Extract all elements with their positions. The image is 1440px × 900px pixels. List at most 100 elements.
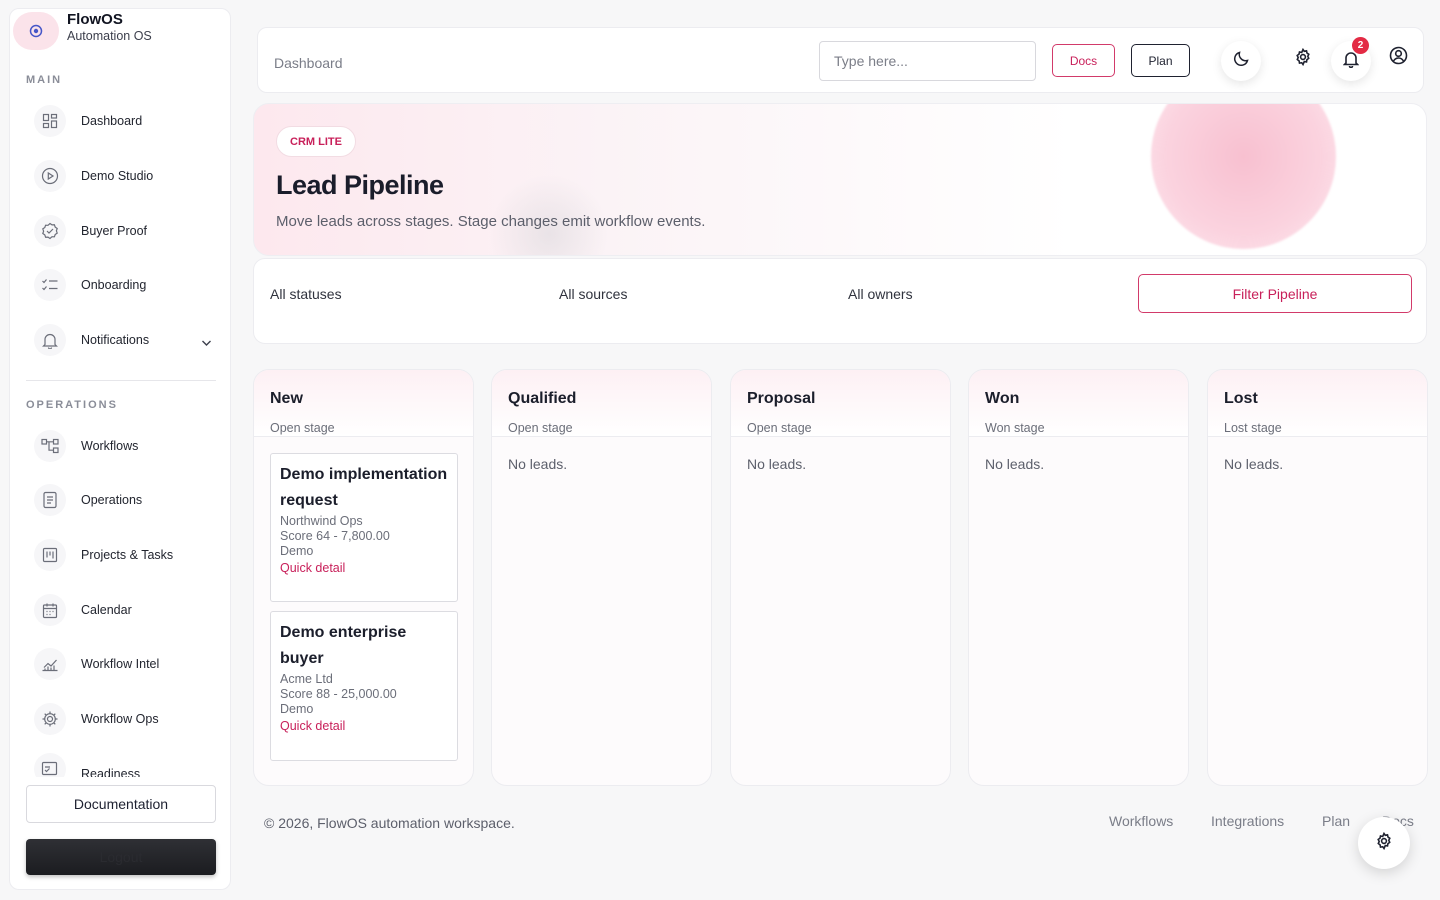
column-subtitle: Open stage <box>508 421 573 435</box>
documentation-button[interactable]: Documentation <box>26 785 216 823</box>
plan-button[interactable]: Plan <box>1131 44 1190 77</box>
lead-card[interactable]: Demo enterprise buyer Acme Ltd Score 88 … <box>270 611 458 761</box>
sidebar-item-workflows[interactable]: Workflows <box>26 426 216 466</box>
sidebar-item-onboarding[interactable]: Onboarding <box>26 265 216 305</box>
search-input[interactable] <box>819 41 1036 81</box>
quick-detail-link[interactable]: Quick detail <box>280 559 448 577</box>
column-header: Qualified Open stage <box>492 370 711 437</box>
brand[interactable]: FlowOS Automation OS <box>10 9 230 59</box>
column-header: Won Won stage <box>969 370 1188 437</box>
kanban-icon <box>34 539 66 571</box>
lead-score: Score 64 - 7,800.00 <box>280 529 390 543</box>
theme-toggle-button[interactable] <box>1221 41 1261 81</box>
footer-copyright: © 2026, FlowOS automation workspace. <box>264 815 515 831</box>
document-icon <box>34 484 66 516</box>
column-title: Qualified <box>508 390 577 407</box>
pipeline-column-proposal: Proposal Open stage No leads. <box>730 369 951 786</box>
sidebar-item-label: Workflow Ops <box>81 712 159 726</box>
empty-state: No leads. <box>1224 456 1284 472</box>
empty-state: No leads. <box>508 456 568 472</box>
status-filter-select[interactable]: All statuses <box>270 286 342 302</box>
topbar: Dashboard Docs Plan 2 <box>257 27 1424 93</box>
empty-state: No leads. <box>985 456 1045 472</box>
pipeline-column-new: New Open stage Demo implementation reque… <box>253 369 474 786</box>
check-badge-icon <box>34 215 66 247</box>
filter-pipeline-button[interactable]: Filter Pipeline <box>1138 274 1412 313</box>
footer-link-plan[interactable]: Plan <box>1322 813 1350 829</box>
floating-settings-button[interactable] <box>1358 817 1410 869</box>
logout-button[interactable]: Logout <box>26 839 216 875</box>
gear-icon <box>1294 47 1312 71</box>
moon-icon <box>1233 50 1250 72</box>
sidebar-item-label: Projects & Tasks <box>81 548 174 562</box>
lead-tag: Demo <box>280 702 314 716</box>
brand-subtitle: Automation OS <box>67 29 152 43</box>
docs-button[interactable]: Docs <box>1052 44 1115 77</box>
sidebar: FlowOS Automation OS MAIN Dashboard Demo… <box>9 8 231 890</box>
owner-filter-select[interactable]: All owners <box>848 286 913 302</box>
notifications-button[interactable]: 2 <box>1331 37 1371 81</box>
play-icon <box>34 160 66 192</box>
column-title: New <box>270 390 303 407</box>
settings-button[interactable] <box>1283 39 1323 79</box>
pipeline-column-won: Won Won stage No leads. <box>968 369 1189 786</box>
breadcrumb[interactable]: Dashboard <box>274 55 343 71</box>
gear-icon <box>34 703 66 735</box>
workflow-icon <box>34 430 66 462</box>
lead-company: Northwind Ops <box>280 514 363 528</box>
pipeline-column-lost: Lost Lost stage No leads. <box>1207 369 1428 786</box>
chevron-down-icon[interactable] <box>201 334 212 352</box>
sidebar-item-notifications[interactable]: Notifications <box>26 320 216 360</box>
sidebar-divider <box>26 380 216 381</box>
notification-count-badge: 2 <box>1352 37 1369 54</box>
page-subtitle: Move leads across stages. Stage changes … <box>276 213 706 230</box>
column-subtitle: Open stage <box>747 421 812 435</box>
section-label-operations: OPERATIONS <box>26 399 118 411</box>
checklist-icon <box>34 269 66 301</box>
empty-state: No leads. <box>747 456 807 472</box>
bell-icon <box>34 324 66 356</box>
footer-link-integrations[interactable]: Integrations <box>1211 813 1284 829</box>
decorative-blob <box>1151 104 1336 249</box>
lead-score: Score 88 - 25,000.00 <box>280 687 397 701</box>
user-circle-icon <box>1389 46 1408 70</box>
section-label-main: MAIN <box>26 74 63 86</box>
brand-title: FlowOS <box>67 11 123 28</box>
sidebar-item-workflow-intel[interactable]: Workflow Intel <box>26 644 216 684</box>
sidebar-item-label: Operations <box>81 493 143 507</box>
sidebar-item-demo-studio[interactable]: Demo Studio <box>26 156 216 196</box>
column-header: Proposal Open stage <box>731 370 950 437</box>
pipeline-column-qualified: Qualified Open stage No leads. <box>491 369 712 786</box>
column-title: Proposal <box>747 390 816 407</box>
lead-title: Demo enterprise buyer <box>280 624 407 667</box>
sidebar-item-label: Workflows <box>81 439 139 453</box>
quick-detail-link[interactable]: Quick detail <box>280 717 448 735</box>
sidebar-item-operations[interactable]: Operations <box>26 480 216 520</box>
calendar-icon <box>34 594 66 626</box>
sidebar-item-projects-tasks[interactable]: Projects & Tasks <box>26 535 216 575</box>
sidebar-item-buyer-proof[interactable]: Buyer Proof <box>26 211 216 251</box>
footer-link-workflows[interactable]: Workflows <box>1109 813 1173 829</box>
sidebar-item-label: Workflow Intel <box>81 657 160 671</box>
module-badge: CRM LITE <box>276 126 356 157</box>
sidebar-item-workflow-ops[interactable]: Workflow Ops <box>26 699 216 739</box>
sidebar-item-label: Readiness <box>81 767 141 777</box>
readiness-icon <box>34 753 66 777</box>
sidebar-item-dashboard[interactable]: Dashboard <box>26 101 216 141</box>
sidebar-item-readiness[interactable]: Readiness <box>26 753 216 777</box>
page-title: Lead Pipeline <box>276 170 444 200</box>
chart-icon <box>34 648 66 680</box>
sidebar-item-label: Notifications <box>81 333 150 347</box>
lead-tag: Demo <box>280 544 314 558</box>
lead-card[interactable]: Demo implementation request Northwind Op… <box>270 453 458 602</box>
source-filter-select[interactable]: All sources <box>559 286 627 302</box>
hero-banner: CRM LITE Lead Pipeline Move leads across… <box>253 103 1427 256</box>
sidebar-item-label: Onboarding <box>81 278 147 292</box>
sidebar-item-label: Buyer Proof <box>81 224 148 238</box>
profile-button[interactable] <box>1378 38 1418 78</box>
sidebar-item-label: Dashboard <box>81 114 143 128</box>
lead-company: Acme Ltd <box>280 672 333 686</box>
column-header: New Open stage <box>254 370 473 437</box>
gear-icon <box>1375 831 1393 855</box>
sidebar-item-calendar[interactable]: Calendar <box>26 590 216 630</box>
